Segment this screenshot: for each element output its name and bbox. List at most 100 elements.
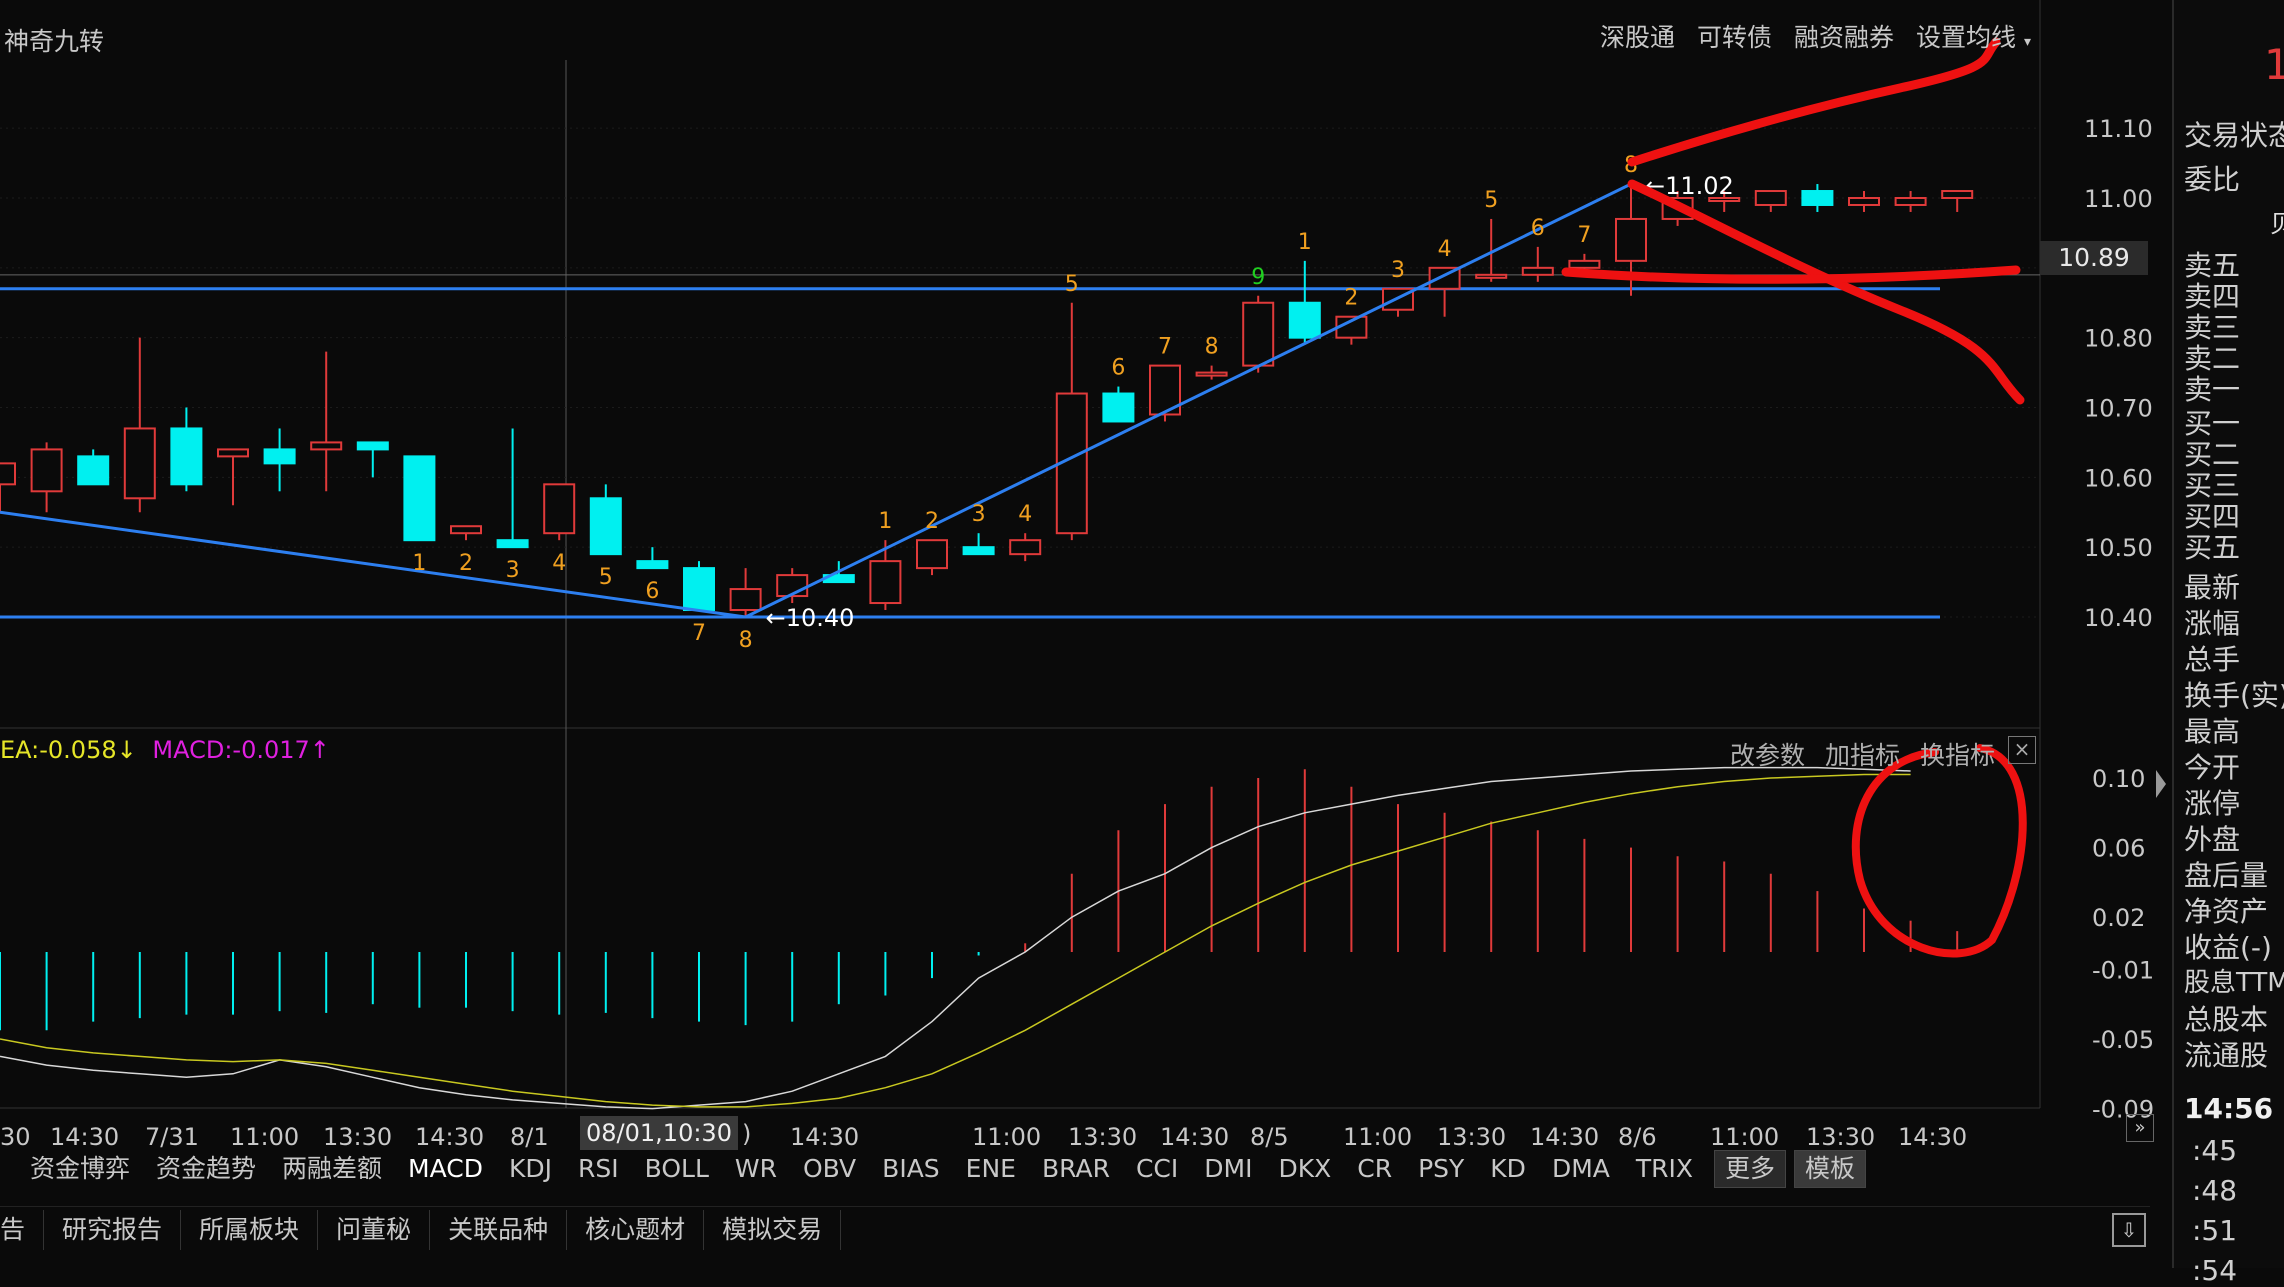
candle-body (1288, 301, 1321, 339)
tab-trix[interactable]: TRIX (1623, 1148, 1706, 1190)
tab-bias[interactable]: BIAS (869, 1148, 953, 1190)
close-indicator-icon[interactable]: × (2008, 736, 2036, 764)
tab-dma[interactable]: DMA (1539, 1148, 1623, 1190)
tab-dkx[interactable]: DKX (1265, 1148, 1344, 1190)
tab-kd[interactable]: KD (1477, 1148, 1539, 1190)
tab-brar[interactable]: BRAR (1029, 1148, 1123, 1190)
tab-psy[interactable]: PSY (1405, 1148, 1477, 1190)
corner-glyph: 贝 (2270, 210, 2284, 238)
quote-field-open: 今开 (2184, 751, 2241, 784)
candle-body (1009, 539, 1042, 556)
candle-body (123, 427, 156, 500)
link-margin-trading[interactable]: 融资融券 (1794, 18, 1894, 54)
price-axis-label: 10.50 (2084, 534, 2153, 562)
tab-obv[interactable]: OBV (790, 1148, 869, 1190)
macd-axis-label: -0.01 (2092, 956, 2154, 984)
uptrend-line (744, 182, 1632, 619)
tab-wr[interactable]: WR (722, 1148, 790, 1190)
td-count-label: 8 (1205, 335, 1219, 360)
tab-related-products[interactable]: 关联品种 (430, 1210, 568, 1250)
td-count-label: 6 (645, 579, 659, 604)
candlestick-series (0, 184, 1974, 617)
link-shenzhen-connect[interactable]: 深股通 (1600, 18, 1675, 54)
link-set-ma[interactable]: 设置均线 ▾ (1916, 18, 2031, 54)
quote-field-float-shares: 流通股 (2184, 1039, 2269, 1072)
candle-body (916, 539, 948, 570)
stock-chart-canvas[interactable]: ←10.40←11.02 1 2 3 4567 81 2 3 4567 89123456 78 1… (0, 0, 2284, 1268)
current-price-tag: 10.89 (2040, 241, 2148, 275)
quote-field-outer-volume: 外盘 (2184, 823, 2241, 856)
td-count-label: 1 (878, 509, 892, 534)
price-axis-label: 10.70 (2084, 395, 2153, 423)
quote-field-commission-ratio: 委比 (2184, 163, 2241, 196)
time-cursor-fragment: ) (742, 1120, 752, 1148)
candle-body (1195, 371, 1228, 377)
expand-right-icon[interactable]: » (2126, 1114, 2154, 1142)
candle-body (1102, 392, 1135, 423)
candle-body (77, 455, 110, 486)
candle-body (543, 483, 576, 535)
tab-announcement[interactable]: 告 (0, 1210, 45, 1250)
macd-axis-label: -0.05 (2092, 1026, 2154, 1054)
tab-margin-diff[interactable]: 两融差额 (269, 1148, 395, 1190)
candle-body (1848, 197, 1880, 206)
link-convertible-bond[interactable]: 可转债 (1697, 18, 1772, 54)
dea-down-arrow-icon: ↓ (116, 736, 137, 764)
tab-cr[interactable]: CR (1344, 1148, 1405, 1190)
download-icon[interactable]: ⇩ (2112, 1213, 2146, 1247)
add-indicator-button[interactable]: 加指标 (1825, 736, 1900, 772)
time-axis-label: 11:00 (1343, 1123, 1412, 1151)
candle-body (589, 497, 622, 556)
dea-value: EA:-0.058 (0, 736, 117, 764)
template-button[interactable]: 模板 (1794, 1150, 1867, 1188)
candle-body (1894, 197, 1927, 206)
tab-boll[interactable]: BOLL (632, 1148, 722, 1190)
td-count-label: 1 (1298, 230, 1312, 255)
td-count-label: 5 (1065, 272, 1079, 297)
indicator-tab-bar: 资金博弈 资金趋势 两融差额 MACD KDJ RSI BOLL WR OBV … (0, 1148, 2050, 1190)
tab-fund-game[interactable]: 资金博弈 (0, 1148, 143, 1190)
macd-axis-label: 0.06 (2092, 835, 2145, 863)
tick-time-2: :48 (2192, 1174, 2238, 1207)
tick-time: 14:56 (2184, 1092, 2274, 1125)
tab-fund-trend[interactable]: 资金趋势 (143, 1148, 269, 1190)
macd-series (0, 766, 1959, 1110)
panel-collapse-arrow-icon[interactable] (2156, 770, 2166, 798)
time-axis-label: 13:30 (1068, 1123, 1137, 1151)
tab-core-themes[interactable]: 核心题材 (567, 1210, 705, 1250)
tab-research-report[interactable]: 研究报告 (44, 1210, 182, 1250)
tab-macd[interactable]: MACD (395, 1148, 496, 1190)
time-axis-label: 8/1 (510, 1123, 549, 1151)
tick-time-1: :45 (2192, 1134, 2238, 1167)
switch-indicator-button[interactable]: 换指标 (1920, 736, 1995, 772)
annotation-lower-stroke (1627, 179, 2025, 405)
td-count-label: 1 (412, 551, 426, 576)
dif-line (0, 766, 1911, 1110)
quote-field-after-hours-volume: 盘后量 (2184, 859, 2269, 892)
more-button[interactable]: 更多 (1714, 1150, 1787, 1188)
tab-ene[interactable]: ENE (953, 1148, 1029, 1190)
tab-kdj[interactable]: KDJ (496, 1148, 565, 1190)
time-cursor-label: 08/01,10:30 (580, 1116, 738, 1150)
td-count-label: 2 (459, 551, 473, 576)
candle-body (170, 427, 203, 486)
quote-field-total-shares: 总股本 (2184, 1003, 2269, 1036)
macd-up-arrow-icon: ↑ (309, 736, 330, 764)
time-axis-label: 13:30 (1437, 1123, 1506, 1151)
candle-body (1615, 217, 1647, 262)
candle-body (683, 567, 715, 612)
tab-simulated-trading[interactable]: 模拟交易 (704, 1210, 842, 1250)
top-links-bar: 深股通 可转债 融资融券 设置均线 ▾ (1600, 18, 2031, 54)
tab-dmi[interactable]: DMI (1191, 1148, 1265, 1190)
bottom-tab-bar: 告 研究报告 所属板块 问董秘 关联品种 核心题材 模拟交易 ⇩ (0, 1206, 2150, 1253)
candle-body (1521, 266, 1554, 276)
change-params-button[interactable]: 改参数 (1730, 736, 1805, 772)
tab-rsi[interactable]: RSI (565, 1148, 632, 1190)
tab-cci[interactable]: CCI (1123, 1148, 1191, 1190)
macd-value: MACD:-0.017 (152, 736, 310, 764)
quote-field-dividend-ttm: 股息TTM (2184, 968, 2284, 998)
tab-sector[interactable]: 所属板块 (181, 1210, 319, 1250)
tab-ask-secretary[interactable]: 问董秘 (318, 1210, 431, 1250)
td-count-label: 5 (1484, 188, 1498, 213)
time-axis-label: 7/31 (145, 1123, 199, 1151)
